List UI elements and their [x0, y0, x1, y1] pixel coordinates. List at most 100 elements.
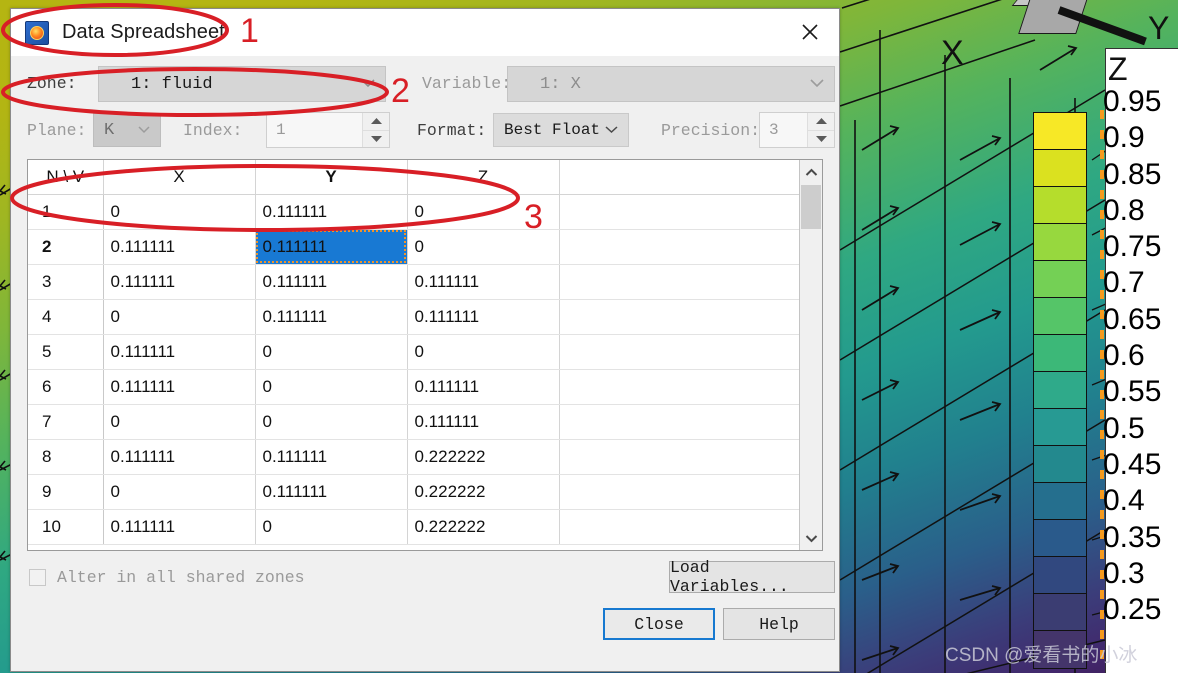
- dialog-titlebar[interactable]: Data Spreadsheet: [11, 9, 839, 56]
- table-row[interactable]: 100.1111110: [28, 194, 799, 229]
- spreadsheet-scroll-area[interactable]: N \ V X Y Z 100.111111020.1111110.111111…: [28, 160, 799, 550]
- chevron-down-icon: [810, 75, 824, 93]
- alter-shared-zones-label: Alter in all shared zones: [57, 568, 305, 587]
- precision-stepper[interactable]: 3: [759, 112, 835, 148]
- index-stepper[interactable]: 1: [266, 112, 390, 148]
- table-row[interactable]: 900.1111110.222222: [28, 474, 799, 509]
- alter-shared-zones-row[interactable]: Alter in all shared zones: [29, 568, 305, 587]
- spreadsheet[interactable]: N \ V X Y Z 100.111111020.1111110.111111…: [27, 159, 823, 551]
- cell-z[interactable]: 0.111111: [407, 369, 559, 404]
- scroll-up-icon[interactable]: [800, 160, 822, 184]
- row-number[interactable]: 5: [28, 334, 103, 369]
- watermark: CSDN @爱看书的小冰: [945, 640, 1137, 667]
- cell-y[interactable]: 0.111111: [255, 264, 407, 299]
- cell-y[interactable]: 0: [255, 509, 407, 544]
- cell-empty: [559, 264, 799, 299]
- data-spreadsheet-dialog[interactable]: Data Spreadsheet Zone: 1: fluid Variable…: [10, 8, 840, 672]
- cell-z[interactable]: 0.111111: [407, 299, 559, 334]
- cell-x[interactable]: 0.111111: [103, 334, 255, 369]
- cell-y[interactable]: 0: [255, 334, 407, 369]
- cell-z[interactable]: 0.222222: [407, 474, 559, 509]
- format-select[interactable]: Best Float: [493, 113, 629, 147]
- precision-value[interactable]: 3: [760, 113, 807, 147]
- index-stepper-buttons[interactable]: [362, 113, 389, 147]
- close-icon[interactable]: [789, 13, 831, 51]
- cell-y[interactable]: 0.111111: [255, 194, 407, 229]
- table-row[interactable]: 20.1111110.1111110: [28, 229, 799, 264]
- table-row[interactable]: 50.11111100: [28, 334, 799, 369]
- colorbar-cell: [1034, 224, 1086, 261]
- row-number[interactable]: 7: [28, 404, 103, 439]
- table-row[interactable]: 7000.111111: [28, 404, 799, 439]
- cell-empty: [559, 299, 799, 334]
- cell-y[interactable]: 0: [255, 369, 407, 404]
- cell-empty: [559, 334, 799, 369]
- index-value[interactable]: 1: [267, 113, 362, 147]
- spreadsheet-rows[interactable]: 100.111111020.1111110.111111030.1111110.…: [28, 194, 799, 544]
- cell-z[interactable]: 0: [407, 334, 559, 369]
- cell-z[interactable]: 0.111111: [407, 264, 559, 299]
- index-increment-button[interactable]: [363, 113, 389, 131]
- precision-stepper-buttons[interactable]: [807, 113, 834, 147]
- row-number[interactable]: 10: [28, 509, 103, 544]
- vertical-scrollbar[interactable]: [799, 160, 822, 550]
- row-number[interactable]: 8: [28, 439, 103, 474]
- row-number[interactable]: 2: [28, 229, 103, 264]
- cell-x[interactable]: 0.111111: [103, 439, 255, 474]
- load-variables-button[interactable]: Load Variables...: [669, 561, 835, 593]
- alter-shared-zones-checkbox[interactable]: [29, 569, 46, 586]
- precision-decrement-button[interactable]: [808, 131, 834, 148]
- table-row[interactable]: 30.1111110.1111110.111111: [28, 264, 799, 299]
- cell-x[interactable]: 0.111111: [103, 229, 255, 264]
- cell-x[interactable]: 0.111111: [103, 369, 255, 404]
- cell-y[interactable]: 0.111111: [255, 439, 407, 474]
- variable-select[interactable]: 1: X: [507, 66, 835, 102]
- zone-select[interactable]: 1: fluid: [98, 66, 386, 102]
- cell-y[interactable]: 0.111111: [255, 229, 407, 264]
- scroll-down-icon[interactable]: [800, 526, 822, 550]
- colorbar-tick: 0.75: [1100, 229, 1178, 265]
- cell-x[interactable]: 0: [103, 299, 255, 334]
- cell-x[interactable]: 0: [103, 194, 255, 229]
- row-number[interactable]: 9: [28, 474, 103, 509]
- close-button[interactable]: Close: [603, 608, 715, 640]
- table-row[interactable]: 100.11111100.222222: [28, 509, 799, 544]
- cell-empty: [559, 194, 799, 229]
- table-row[interactable]: 400.1111110.111111: [28, 299, 799, 334]
- format-select-value: Best Float: [494, 121, 600, 139]
- axis-label-y: Y: [1148, 10, 1169, 47]
- cell-x[interactable]: 0.111111: [103, 264, 255, 299]
- help-button[interactable]: Help: [723, 608, 835, 640]
- colorbar-tick-labels: 0.950.90.850.80.750.70.650.60.550.50.450…: [1100, 84, 1178, 628]
- spreadsheet-table[interactable]: N \ V X Y Z 100.111111020.1111110.111111…: [28, 160, 799, 545]
- cell-y[interactable]: 0: [255, 404, 407, 439]
- cell-x[interactable]: 0.111111: [103, 509, 255, 544]
- row-number[interactable]: 3: [28, 264, 103, 299]
- table-row[interactable]: 80.1111110.1111110.222222: [28, 439, 799, 474]
- colorbar-cell: [1034, 187, 1086, 224]
- cell-z[interactable]: 0.222222: [407, 509, 559, 544]
- plane-select[interactable]: K: [93, 113, 161, 147]
- cell-z[interactable]: 0: [407, 229, 559, 264]
- column-header-n[interactable]: N \ V: [28, 160, 103, 194]
- variable-label: Variable:: [422, 74, 511, 93]
- table-row[interactable]: 60.11111100.111111: [28, 369, 799, 404]
- column-header-y[interactable]: Y: [255, 160, 407, 194]
- cell-x[interactable]: 0: [103, 474, 255, 509]
- precision-increment-button[interactable]: [808, 113, 834, 131]
- cell-z[interactable]: 0.222222: [407, 439, 559, 474]
- row-number[interactable]: 6: [28, 369, 103, 404]
- scrollbar-thumb[interactable]: [801, 185, 821, 229]
- index-decrement-button[interactable]: [363, 131, 389, 148]
- column-header-z[interactable]: Z: [407, 160, 559, 194]
- cell-y[interactable]: 0.111111: [255, 474, 407, 509]
- cell-y[interactable]: 0.111111: [255, 299, 407, 334]
- cell-z[interactable]: 0.111111: [407, 404, 559, 439]
- colorbar-tick: 0.7: [1100, 265, 1178, 301]
- cell-x[interactable]: 0: [103, 404, 255, 439]
- column-header-x[interactable]: X: [103, 160, 255, 194]
- table-header-row[interactable]: N \ V X Y Z: [28, 160, 799, 194]
- row-number[interactable]: 4: [28, 299, 103, 334]
- row-number[interactable]: 1: [28, 194, 103, 229]
- cell-z[interactable]: 0: [407, 194, 559, 229]
